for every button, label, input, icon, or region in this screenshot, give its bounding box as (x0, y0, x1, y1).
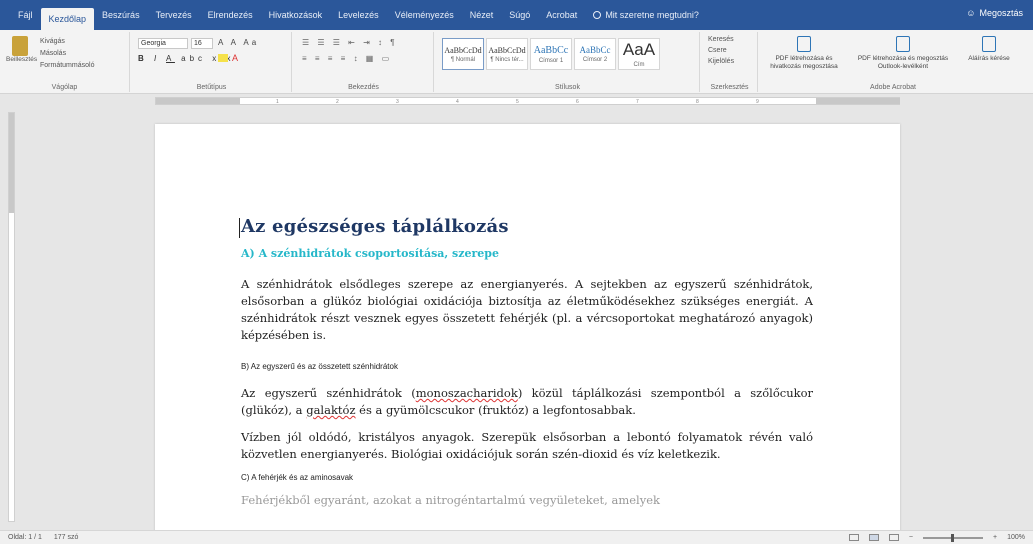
style-no-spacing[interactable]: AaBbCcDd ¶ Nincs tér... (486, 38, 528, 70)
misspelled-word: galaktóz (306, 403, 356, 417)
acrobat-group: PDF létrehozása és hivatkozás megosztása… (760, 32, 1026, 92)
editing-group-label: Szerkesztés (710, 84, 749, 91)
document-page[interactable]: Az egészséges táplálkozás A) A szénhidrá… (155, 124, 900, 534)
style-heading-2[interactable]: AaBbCc Címsor 2 (574, 38, 616, 70)
font-name-select[interactable]: Georgia (138, 38, 188, 49)
font-size-select[interactable]: 16 (191, 38, 213, 49)
pdf-share-link-button[interactable]: PDF létrehozása és hivatkozás megosztása (764, 36, 844, 71)
paragraph-3: Vízben jól oldódó, kristályos anyagok. S… (241, 430, 813, 461)
styles-group-label: Stílusok (555, 84, 580, 91)
copy-button[interactable]: Másolás (40, 50, 94, 57)
share-label: Megosztás (979, 8, 1023, 18)
find-button[interactable]: Keresés (708, 36, 734, 43)
paragraph-group-label: Bekezdés (348, 84, 379, 91)
print-layout-icon[interactable] (868, 534, 879, 541)
paragraph-1: A szénhidrátok elsődleges szerepe az ene… (241, 277, 813, 342)
web-layout-icon[interactable] (888, 534, 899, 541)
misspelled-word: monoszacharidok (415, 386, 518, 400)
signature-icon (982, 36, 996, 52)
select-button[interactable]: Kijelölés (708, 58, 734, 65)
font-group: Georgia 16 A A Aa B I A abc x x A Betűtí… (132, 32, 292, 92)
paste-button[interactable]: Beillesztés (6, 36, 38, 63)
paragraph-2: Az egyszerű szénhidrátok (monoszacharido… (241, 386, 814, 417)
tell-me-box[interactable]: Mit szeretne megtudni? (585, 10, 699, 20)
pdf-outlook-button[interactable]: PDF létrehozása és megosztás Outlook-lev… (848, 36, 958, 71)
document-body[interactable]: Az egészséges táplálkozás A) A szénhidrá… (241, 216, 813, 519)
tab-design[interactable]: Tervezés (148, 6, 200, 24)
highlight-icon[interactable] (218, 54, 228, 62)
style-normal[interactable]: AaBbCcDd ¶ Normál (442, 38, 484, 70)
lightbulb-icon (593, 11, 602, 19)
word-count[interactable]: 177 szó (54, 534, 79, 541)
status-bar: Oldal: 1 / 1 177 szó − + 100% (0, 530, 1033, 544)
list-buttons[interactable]: ☰ ☰ ☰ ⇤ ⇥ ↕ ¶ (302, 38, 398, 47)
align-buttons[interactable]: ≡ ≡ ≡ ≡ ↕ ▦ ▭ (302, 54, 392, 63)
paste-label: Beillesztés (6, 56, 38, 63)
tab-references[interactable]: Hivatkozások (261, 6, 331, 24)
font-color-icon[interactable]: A (232, 53, 238, 63)
zoom-level[interactable]: 100% (1007, 534, 1025, 541)
tab-insert[interactable]: Beszúrás (94, 6, 148, 24)
cut-button[interactable]: Kivágás (40, 38, 94, 45)
text-cursor (239, 218, 240, 238)
person-icon: ☺ (966, 8, 976, 18)
tab-view[interactable]: Nézet (462, 6, 502, 24)
pdf-icon (797, 36, 811, 52)
document-title: Az egészséges táplálkozás (241, 216, 509, 237)
styles-group: AaBbCcDd ¶ Normál AaBbCcDd ¶ Nincs tér..… (436, 32, 700, 92)
paragraph-4: Fehérjékből egyaránt, azokat a nitrogént… (241, 493, 660, 507)
horizontal-ruler[interactable]: 1 2 3 4 5 6 7 8 9 (0, 95, 1033, 107)
pdf-mail-icon (896, 36, 910, 52)
format-painter-button[interactable]: Formátummásoló (40, 62, 94, 69)
word-window: Fájl Kezdőlap Beszúrás Tervezés Elrendez… (0, 0, 1033, 544)
acrobat-group-label: Adobe Acrobat (870, 84, 916, 91)
zoom-in-button[interactable]: + (993, 534, 997, 541)
tab-review[interactable]: Véleményezés (387, 6, 462, 24)
tab-mailings[interactable]: Levelezés (330, 6, 387, 24)
editing-group: Keresés Csere Kijelölés Szerkesztés (702, 32, 758, 92)
read-mode-icon[interactable] (848, 534, 859, 541)
ribbon-tab-bar: Fájl Kezdőlap Beszúrás Tervezés Elrendez… (0, 0, 1033, 30)
clipboard-group-label: Vágólap (51, 84, 78, 91)
page-count[interactable]: Oldal: 1 / 1 (8, 534, 42, 541)
clipboard-group: Beillesztés Kivágás Másolás Formátummáso… (0, 32, 130, 92)
replace-button[interactable]: Csere (708, 47, 734, 54)
tab-acrobat[interactable]: Acrobat (538, 6, 585, 24)
zoom-slider[interactable] (923, 533, 983, 542)
paragraph-group: ☰ ☰ ☰ ⇤ ⇥ ↕ ¶ ≡ ≡ ≡ ≡ ↕ ▦ ▭ Bekezdés (294, 32, 434, 92)
vertical-ruler[interactable] (8, 112, 15, 522)
grow-shrink-font-buttons[interactable]: A A Aa (218, 38, 259, 47)
ribbon: Beillesztés Kivágás Másolás Formátummáso… (0, 30, 1033, 94)
zoom-out-button[interactable]: − (909, 534, 913, 541)
tab-file[interactable]: Fájl (10, 6, 41, 24)
request-signature-button[interactable]: Aláírás kérése (962, 36, 1016, 63)
section-heading-b: B) Az egyszerű és az összetett szénhidrá… (241, 362, 398, 371)
tab-home[interactable]: Kezdőlap (40, 8, 95, 30)
tab-help[interactable]: Súgó (501, 6, 538, 24)
style-title[interactable]: AaA Cím (618, 38, 660, 70)
section-heading-a: A) A szénhidrátok csoportosítása, szerep… (241, 247, 499, 260)
section-heading-c: C) A fehérjék és az aminosavak (241, 473, 354, 482)
style-heading-1[interactable]: AaBbCc Címsor 1 (530, 38, 572, 70)
clipboard-icon (12, 36, 28, 56)
share-button[interactable]: ☺ Megosztás (966, 8, 1023, 18)
tab-layout[interactable]: Elrendezés (200, 6, 261, 24)
font-group-label: Betűtípus (196, 84, 227, 91)
tell-me-text: Mit szeretne megtudni? (605, 10, 699, 20)
